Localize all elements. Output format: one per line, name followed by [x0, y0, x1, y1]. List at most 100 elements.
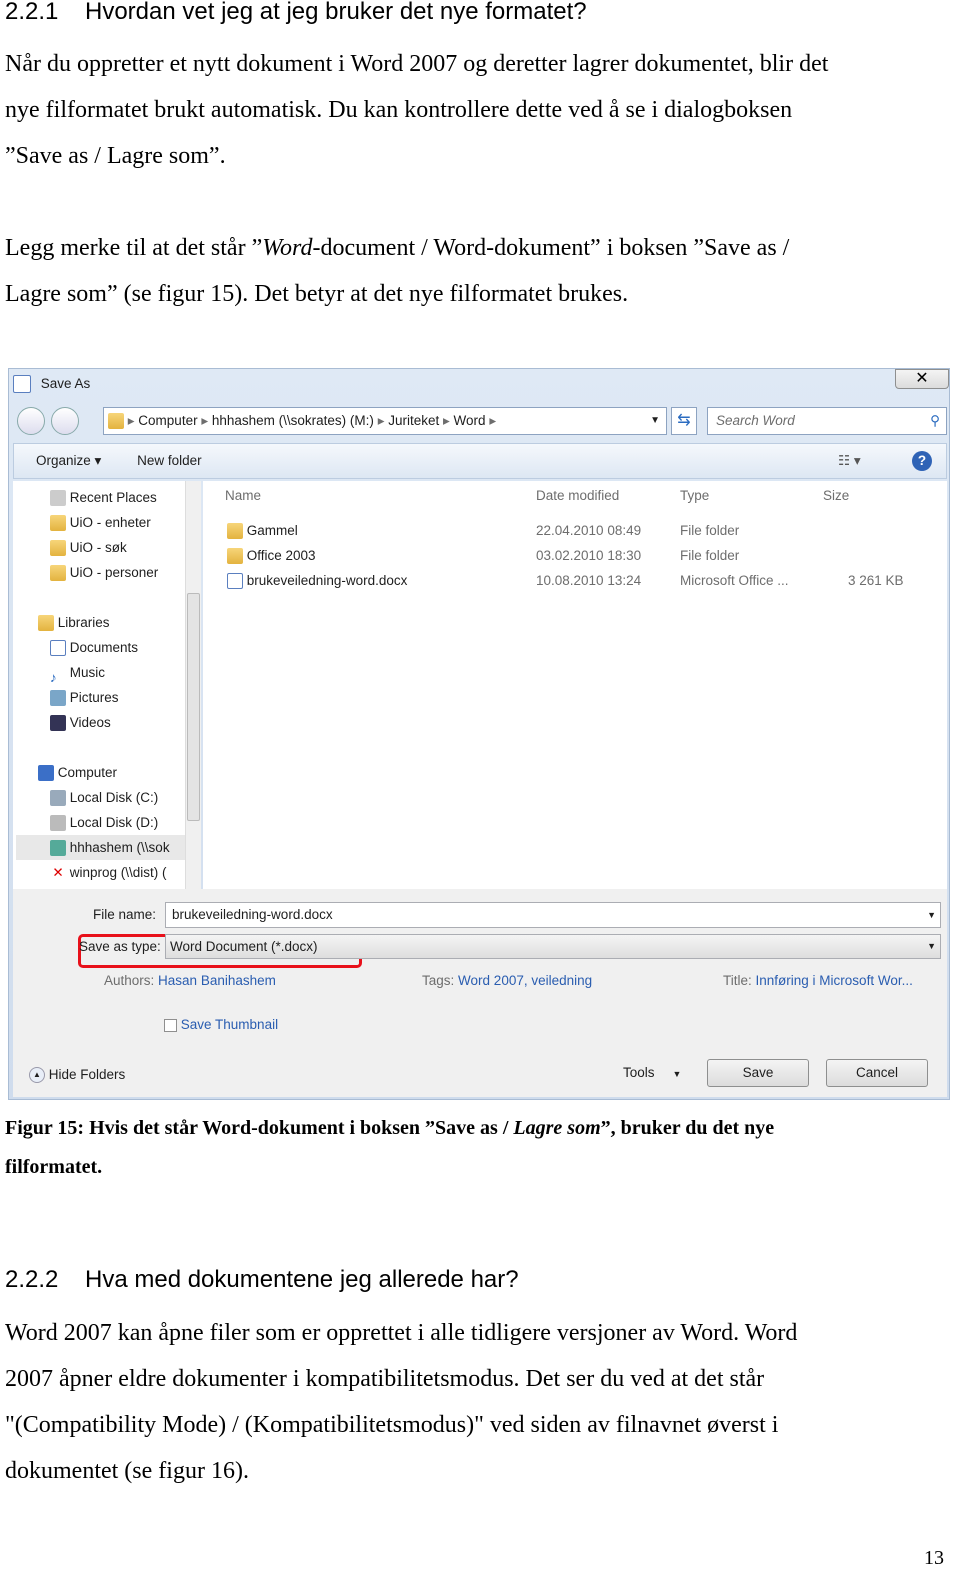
nav-label: Local Disk (D:)	[69, 815, 159, 830]
nav-item[interactable]: Local Disk (C:)	[38, 785, 198, 810]
file-name: brukeveiledning-word.docx	[246, 573, 408, 588]
breadcrumb-item[interactable]: Word	[454, 413, 486, 428]
file-rows: Gammel 22.04.2010 08:49 File folder Offi…	[203, 518, 947, 593]
nav-item[interactable]: UiO - enheter	[50, 510, 158, 535]
text: ”, bruker du det nye	[600, 1117, 775, 1139]
column-header-size[interactable]: Size	[823, 488, 849, 503]
paragraph-1: Når du oppretter et nytt dokument i Word…	[5, 41, 945, 179]
hide-folders-button[interactable]: ▲ Hide Folders	[29, 1067, 126, 1084]
nav-item[interactable]: Local Disk (D:)	[38, 810, 198, 835]
nav-item[interactable]: ♪ Music	[38, 660, 138, 685]
tags-value[interactable]: Word 2007, veiledning	[458, 973, 592, 988]
nav-label: UiO - søk	[69, 540, 127, 555]
breadcrumb-sep: ▸	[201, 413, 212, 428]
shortcut-icon	[50, 565, 66, 582]
breadcrumb-item[interactable]: hhhashem (\\sokrates) (M:)	[212, 413, 374, 428]
folder-icon	[108, 413, 124, 430]
file-row[interactable]: brukeveiledning-word.docx 10.08.2010 13:…	[203, 568, 947, 593]
file-row[interactable]: Gammel 22.04.2010 08:49 File folder	[203, 518, 947, 543]
nav-item-computer[interactable]: Computer	[38, 760, 198, 785]
nav-item-libraries[interactable]: Libraries	[38, 610, 138, 635]
tools-button[interactable]: Tools ▼	[623, 1065, 681, 1080]
line: dokumentet (se figur 16).	[5, 1458, 249, 1484]
file-type: Microsoft Office ...	[680, 573, 789, 588]
tools-label: Tools	[623, 1065, 655, 1080]
hide-folders-label: Hide Folders	[48, 1067, 126, 1082]
forward-button[interactable]	[51, 407, 79, 435]
close-button[interactable]: ✕	[895, 369, 949, 389]
nav-item[interactable]: UiO - personer	[50, 560, 158, 585]
title-value[interactable]: Innføring i Microsoft Wor...	[756, 973, 913, 988]
nav-label: winprog (\\dist) (	[69, 865, 167, 880]
line: "(Compatibility Mode) / (Kompatibilitets…	[5, 1412, 779, 1438]
file-size: 3 261 KB	[848, 573, 904, 588]
nav-item[interactable]: Pictures	[38, 685, 138, 710]
breadcrumb-item[interactable]: Computer	[138, 413, 197, 428]
save-thumbnail-checkbox[interactable]: Save Thumbnail	[164, 1017, 278, 1032]
refresh-button[interactable]: ⇆	[671, 407, 697, 435]
tags-label: Tags:	[422, 973, 455, 988]
nav-item[interactable]: UiO - søk	[50, 535, 158, 560]
search-input[interactable]: Search Word ⚲	[707, 407, 947, 435]
figure-caption: Figur 15: Hvis det står Word-dokument i …	[5, 1109, 905, 1187]
column-header-name[interactable]: Name	[225, 488, 261, 503]
scrollbar-thumb[interactable]	[187, 593, 200, 821]
nav-scrollbar[interactable]	[185, 481, 201, 889]
file-list: Name Date modified Type Size Gammel 22.0…	[203, 481, 947, 889]
disk-icon	[50, 790, 66, 807]
folder-icon	[227, 548, 243, 565]
section-heading-2-2-2: 2.2.2 Hva med dokumentene jeg allerede ha…	[5, 1266, 519, 1294]
address-bar[interactable]: ▸ Computer ▸ hhhashem (\\sokrates) (M:) …	[103, 407, 667, 435]
help-icon[interactable]: ?	[912, 451, 932, 471]
text-italic: Lagre som	[513, 1117, 601, 1139]
nav-item[interactable]: Videos	[38, 710, 138, 735]
disconnected-drive-icon: ✕	[52, 865, 64, 881]
nav-label: UiO - enheter	[69, 515, 151, 530]
nav-label: Videos	[69, 715, 111, 730]
close-icon: ✕	[915, 370, 929, 387]
libraries-group: Libraries Documents ♪ Music Pictures Vid…	[38, 610, 138, 735]
breadcrumb-sep: ▸	[127, 413, 139, 428]
breadcrumb-item[interactable]: Juriteket	[388, 413, 439, 428]
authors-label: Authors:	[104, 973, 155, 988]
column-header-date[interactable]: Date modified	[536, 488, 619, 503]
save-as-type-label: Save as type:	[79, 939, 161, 954]
section-number: 2.2.1	[5, 0, 59, 25]
file-name: Office 2003	[246, 548, 316, 563]
chevron-down-icon: ▼	[927, 941, 936, 951]
nav-label: Music	[69, 665, 106, 680]
title-label: Title:	[723, 973, 752, 988]
pictures-icon	[50, 690, 66, 707]
music-icon: ♪	[50, 670, 57, 686]
save-button[interactable]: Save	[707, 1059, 809, 1087]
chevron-down-icon: ▼	[672, 1069, 682, 1079]
navigation-pane: Recent Places UiO - enheter UiO - søk Ui…	[13, 481, 201, 889]
file-name-input[interactable]: brukeveiledning-word.docx ▼	[165, 902, 941, 928]
libraries-icon	[38, 615, 54, 632]
column-header-type[interactable]: Type	[680, 488, 709, 503]
back-button[interactable]	[17, 407, 45, 435]
save-as-type-select[interactable]: Word Document (*.docx) ▼	[165, 934, 941, 959]
nav-label: UiO - personer	[69, 565, 159, 580]
nav-item[interactable]: Documents	[38, 635, 138, 660]
page-number: 13	[924, 1547, 944, 1569]
authors-value[interactable]: Hasan Banihashem	[158, 973, 276, 988]
file-date: 10.08.2010 13:24	[536, 573, 642, 588]
computer-icon	[38, 765, 54, 782]
checkbox[interactable]	[164, 1018, 177, 1032]
nav-item[interactable]: Recent Places	[50, 485, 158, 510]
new-folder-button[interactable]: New folder	[137, 453, 202, 468]
organize-button[interactable]: Organize ▾	[36, 453, 101, 468]
recent-places-icon	[50, 490, 66, 507]
view-options-icon[interactable]: ☷ ▾	[838, 444, 861, 478]
file-name-value: brukeveiledning-word.docx	[172, 907, 333, 922]
nav-item-selected[interactable]: hhhashem (\\sok	[16, 835, 198, 860]
file-row[interactable]: Office 2003 03.02.2010 18:30 File folder	[203, 543, 947, 568]
chevron-down-icon[interactable]: ▼	[650, 408, 660, 434]
nav-label: Computer	[57, 765, 118, 780]
chevron-down-icon: ▼	[927, 910, 936, 920]
file-name: Gammel	[246, 523, 298, 538]
cancel-button[interactable]: Cancel	[826, 1059, 928, 1087]
nav-item[interactable]: ✕ winprog (\\dist) (	[38, 860, 198, 885]
line: ”Save as / Lagre som”.	[5, 143, 226, 169]
